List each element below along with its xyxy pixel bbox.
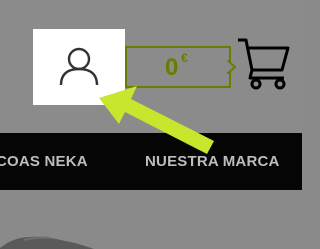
user-icon xyxy=(59,47,99,86)
nav-item-coas-neka[interactable]: COAS NEKA xyxy=(0,153,88,170)
cart-total[interactable]: 0 € xyxy=(125,46,231,88)
shopping-cart-icon[interactable] xyxy=(236,36,292,90)
site-header: 0 € xyxy=(0,0,302,133)
cart-currency: € xyxy=(181,51,188,65)
landscape-image xyxy=(0,190,302,249)
hero-image xyxy=(0,190,302,249)
nav-item-nuestra-marca[interactable]: NUESTRA MARCA xyxy=(145,153,280,170)
account-button[interactable] xyxy=(33,29,125,105)
main-nav: COAS NEKA NUESTRA MARCA xyxy=(0,133,302,190)
cart-total-value: 0 xyxy=(165,54,179,81)
